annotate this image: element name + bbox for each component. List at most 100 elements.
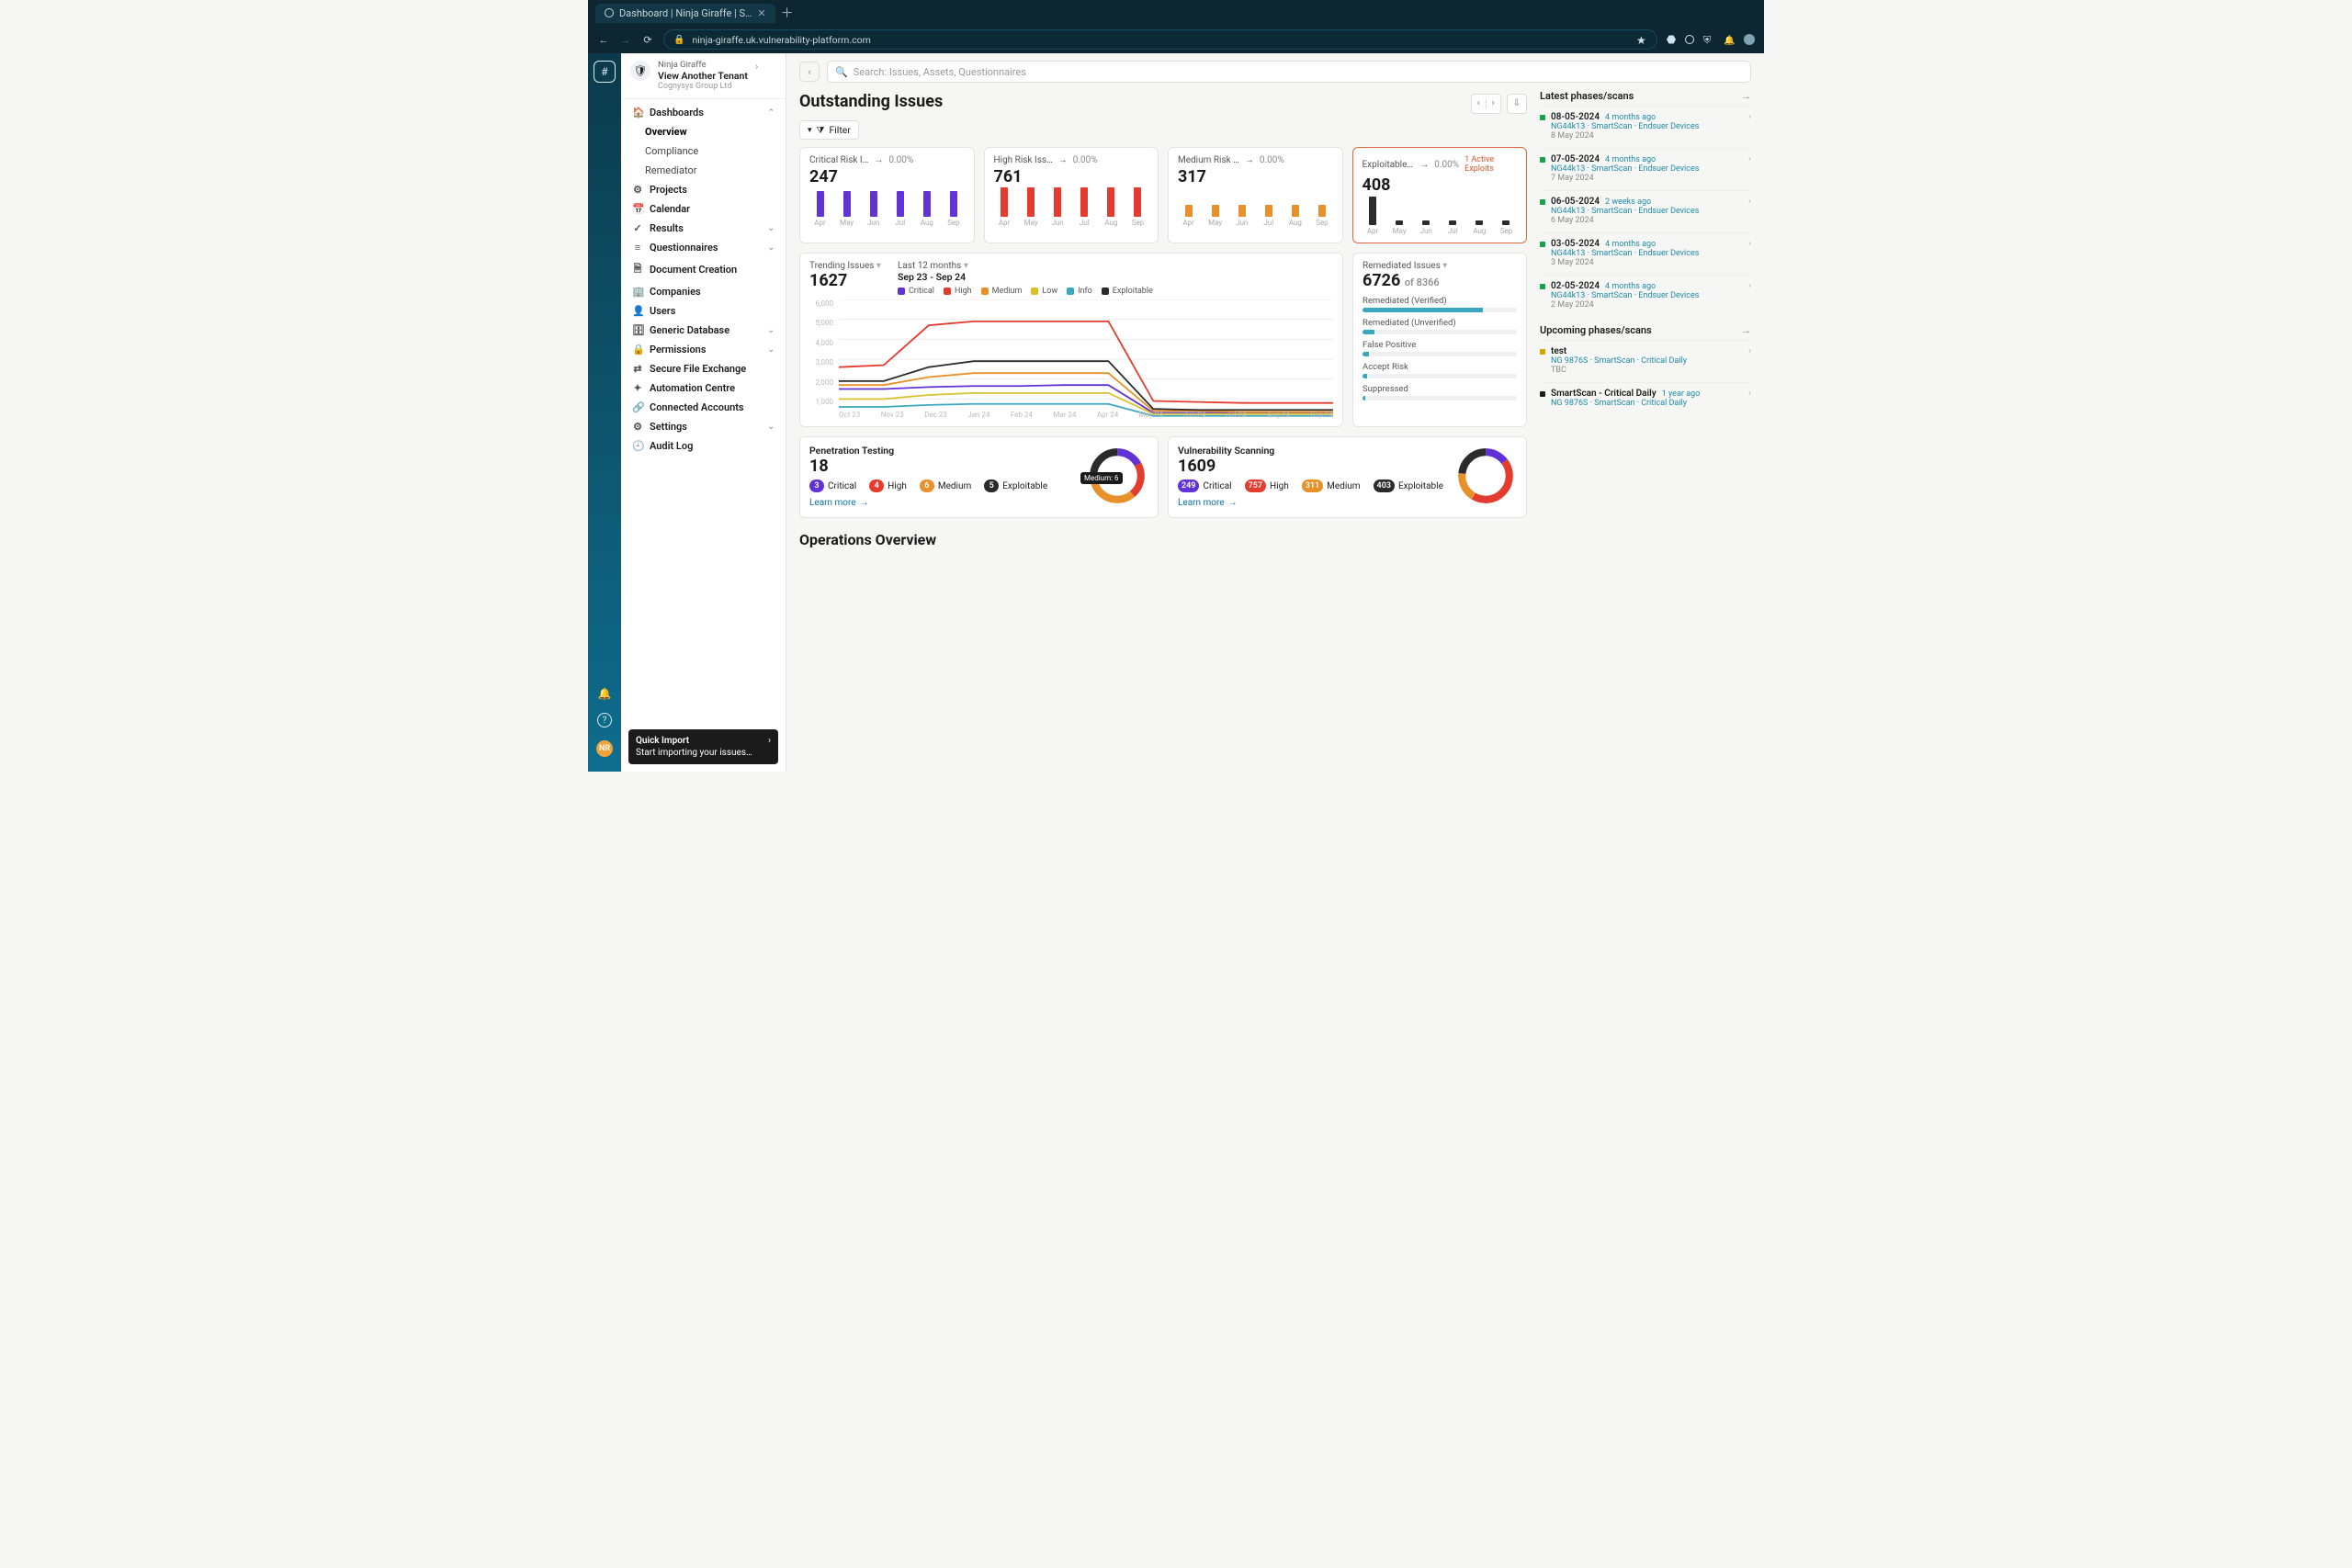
page: # ? NR 🛡 Ninja Giraffe View Another Tena… bbox=[588, 53, 1764, 772]
chevron-right-icon: › bbox=[755, 61, 758, 73]
phase-detail: NG44k13 · SmartScan · Endsuer Devices bbox=[1540, 164, 1751, 174]
nav-label: Dashboards bbox=[650, 107, 704, 118]
legend-item: Medium bbox=[981, 287, 1023, 296]
nav-icon: 🏢 bbox=[632, 286, 643, 298]
browser-window: Dashboard | Ninja Giraffe | S… ✕ ＋ ← → ⟳… bbox=[588, 0, 1764, 772]
sidebar-item[interactable]: ✦Automation Centre bbox=[621, 378, 786, 398]
back-button[interactable]: ‹ bbox=[799, 62, 820, 82]
quick-import-banner[interactable]: › Quick Import Start importing your issu… bbox=[628, 729, 778, 764]
nav-reload-icon[interactable]: ⟳ bbox=[641, 34, 654, 46]
sidebar-item[interactable]: 🗎Document Creation bbox=[621, 257, 786, 282]
new-tab-button[interactable]: ＋ bbox=[781, 4, 794, 22]
browser-tabbar: Dashboard | Ninja Giraffe | S… ✕ ＋ bbox=[588, 0, 1764, 26]
export-button[interactable]: ⇩ bbox=[1507, 94, 1527, 114]
risk-value: 761 bbox=[994, 167, 1149, 186]
chevron-down-icon: ⌄ bbox=[767, 423, 775, 432]
browser-tab[interactable]: Dashboard | Ninja Giraffe | S… ✕ bbox=[595, 4, 775, 23]
bookmark-star-icon[interactable] bbox=[1636, 34, 1647, 45]
arrow-right-icon[interactable]: → bbox=[1741, 90, 1751, 102]
sidebar-subitem[interactable]: Compliance bbox=[621, 141, 786, 161]
phase-subtext: 7 May 2024 bbox=[1540, 174, 1751, 183]
legend-item: High bbox=[944, 287, 972, 296]
nav-forward-icon[interactable]: → bbox=[619, 34, 632, 46]
sidebar-item[interactable]: 🏠Dashboards⌃ bbox=[621, 103, 786, 122]
risk-card[interactable]: Medium Risk … → 0.00% 317 AprMayJunJulAu… bbox=[1168, 147, 1343, 243]
shield-icon[interactable] bbox=[1703, 34, 1714, 45]
chevron-right-icon[interactable]: › bbox=[1748, 112, 1751, 122]
notifications-icon[interactable] bbox=[1724, 34, 1735, 45]
phase-item[interactable]: 03-05-2024 4 months ago › NG44k13 · Smar… bbox=[1540, 232, 1751, 275]
risk-card[interactable]: Exploitable Is… → 0.00%1 Active Exploits… bbox=[1352, 147, 1528, 243]
phase-item[interactable]: SmartScan - Critical Daily 1 year ago › … bbox=[1540, 382, 1751, 415]
sidebar-item[interactable]: ⇄Secure File Exchange bbox=[621, 359, 786, 378]
tenant-org: Cognysys Group Ltd bbox=[658, 82, 748, 91]
extension-icon[interactable] bbox=[1685, 35, 1694, 44]
trending-range-selector[interactable]: Last 12 months ▾ bbox=[898, 261, 1153, 271]
phase-item[interactable]: 02-05-2024 4 months ago › NG44k13 · Smar… bbox=[1540, 275, 1751, 317]
nav-icon: 🗄 bbox=[632, 324, 643, 336]
nav-label: Questionnaires bbox=[650, 242, 718, 254]
global-search[interactable]: 🔍 Search: Issues, Assets, Questionnaires bbox=[827, 61, 1751, 83]
sidebar-item[interactable]: 📅Calendar bbox=[621, 199, 786, 219]
learn-more-link[interactable]: Learn more → bbox=[809, 498, 869, 508]
phase-date: 07-05-2024 bbox=[1551, 154, 1600, 164]
penetration-testing-card: Penetration Testing 18 3Critical4High6Me… bbox=[799, 436, 1159, 518]
chevron-right-icon[interactable]: › bbox=[1748, 239, 1751, 249]
filter-button[interactable]: Filter bbox=[799, 120, 859, 140]
right-column: Latest phases/scans→ 08-05-2024 4 months… bbox=[1540, 90, 1751, 548]
extension-icon[interactable] bbox=[1667, 35, 1676, 44]
nav-label: Calendar bbox=[650, 203, 690, 215]
sidebar-subitem[interactable]: Remediator bbox=[621, 161, 786, 180]
rail-help-icon[interactable]: ? bbox=[597, 713, 612, 728]
nav-label: Results bbox=[650, 222, 684, 234]
nav-label: Audit Log bbox=[650, 440, 693, 452]
phase-subtext: 2 May 2024 bbox=[1540, 300, 1751, 310]
phase-item[interactable]: 07-05-2024 4 months ago › NG44k13 · Smar… bbox=[1540, 148, 1751, 190]
legend-item: Exploitable bbox=[1102, 287, 1153, 296]
rail-notifications-icon[interactable] bbox=[598, 687, 612, 700]
phase-item[interactable]: test › NG 9876S · SmartScan · Critical D… bbox=[1540, 340, 1751, 382]
close-tab-icon[interactable]: ✕ bbox=[757, 7, 765, 19]
rail-avatar[interactable]: NR bbox=[596, 740, 613, 757]
profile-avatar-icon[interactable] bbox=[1744, 34, 1755, 45]
phase-detail: NG44k13 · SmartScan · Endsuer Devices bbox=[1540, 122, 1751, 131]
pagination-control[interactable]: ‹› bbox=[1471, 94, 1501, 114]
nav-icon: ⚙ bbox=[632, 421, 643, 433]
chevron-right-icon[interactable]: › bbox=[1748, 346, 1751, 356]
nav-label: Secure File Exchange bbox=[650, 363, 746, 375]
sidebar-item[interactable]: ⚙Projects bbox=[621, 180, 786, 199]
learn-more-link[interactable]: Learn more → bbox=[1178, 498, 1238, 508]
risk-card[interactable]: Critical Risk I… → 0.00% 247 AprMayJunJu… bbox=[799, 147, 975, 243]
risk-card[interactable]: High Risk Iss… → 0.00% 761 AprMayJunJulA… bbox=[984, 147, 1159, 243]
chevron-down-icon: ⌄ bbox=[767, 326, 775, 335]
sidebar-item[interactable]: 🔗Connected Accounts bbox=[621, 398, 786, 417]
risk-sparkline: AprMayJunJulAugSep bbox=[809, 192, 965, 227]
search-placeholder: Search: Issues, Assets, Questionnaires bbox=[854, 66, 1026, 78]
sidebar-item[interactable]: ≡Questionnaires⌄ bbox=[621, 238, 786, 257]
sidebar-item[interactable]: 🗄Generic Database⌄ bbox=[621, 321, 786, 340]
sidebar-item[interactable]: 🕘 Audit Log bbox=[621, 436, 786, 456]
phase-item[interactable]: 06-05-2024 2 weeks ago › NG44k13 · Smart… bbox=[1540, 190, 1751, 232]
chevron-right-icon[interactable]: › bbox=[1748, 154, 1751, 164]
nav-back-icon[interactable]: ← bbox=[597, 34, 610, 46]
phase-detail: NG 9876S · SmartScan · Critical Daily bbox=[1540, 399, 1751, 408]
phase-item[interactable]: 08-05-2024 4 months ago › NG44k13 · Smar… bbox=[1540, 106, 1751, 148]
sidebar-item[interactable]: 👤Users bbox=[621, 301, 786, 321]
tenant-switcher[interactable]: 🛡 Ninja Giraffe View Another Tenant Cogn… bbox=[621, 53, 786, 99]
chevron-right-icon[interactable]: › bbox=[1748, 281, 1751, 291]
nav-icon: 🕘 bbox=[632, 440, 643, 452]
app-logo-icon[interactable]: # bbox=[594, 61, 616, 83]
sidebar-item[interactable]: ✓Results⌄ bbox=[621, 219, 786, 238]
chevron-right-icon[interactable]: › bbox=[1748, 389, 1751, 399]
phase-date: SmartScan - Critical Daily bbox=[1551, 389, 1657, 399]
sidebar-item[interactable]: 🔒Permissions⌄ bbox=[621, 340, 786, 359]
chevron-right-icon[interactable]: › bbox=[1748, 197, 1751, 207]
arrow-right-icon[interactable]: → bbox=[1741, 324, 1751, 336]
trending-legend: CriticalHighMediumLowInfoExploitable bbox=[898, 287, 1153, 296]
remediated-bar bbox=[1363, 308, 1517, 312]
phase-date: 06-05-2024 bbox=[1551, 197, 1600, 207]
sidebar-subitem[interactable]: Overview bbox=[621, 122, 786, 141]
url-bar[interactable]: 🔒 ninja-giraffe.uk.vulnerability-platfor… bbox=[663, 29, 1657, 50]
sidebar-item[interactable]: 🏢Companies bbox=[621, 282, 786, 301]
sidebar-item[interactable]: ⚙Settings⌄ bbox=[621, 417, 786, 436]
